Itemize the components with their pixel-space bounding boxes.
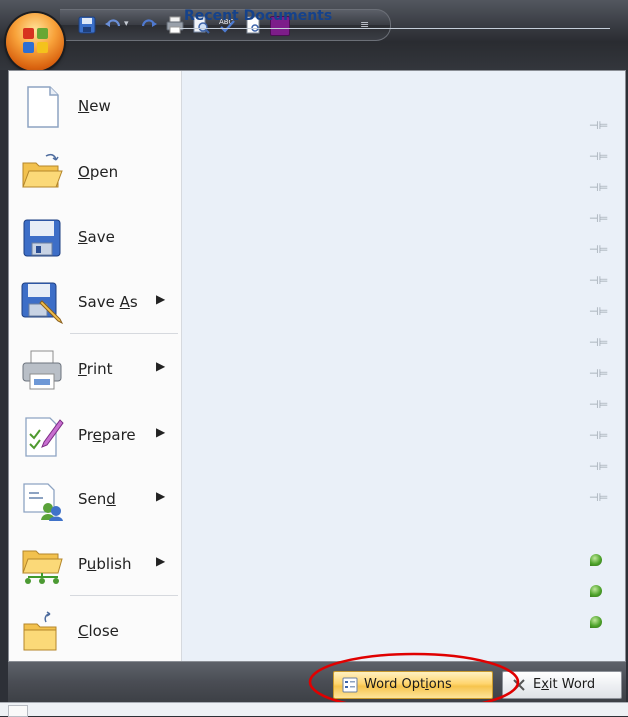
pin-icon[interactable]: ⊣⊨ [589, 244, 608, 256]
office-button[interactable] [6, 13, 64, 71]
menu-label: New [78, 97, 111, 115]
pin-icon[interactable]: ⊣⊨ [589, 306, 608, 318]
pin-icon[interactable]: ⊣⊨ [589, 151, 608, 163]
save-disk-icon [23, 219, 61, 257]
save-icon[interactable] [78, 16, 96, 34]
pin-icon[interactable]: ⊣⊨ [589, 368, 608, 380]
submenu-arrow-icon: ▶ [156, 359, 166, 373]
publish-icon [22, 550, 63, 584]
pin-icon[interactable]: ⊣⊨ [589, 492, 608, 504]
options-icon [342, 677, 358, 693]
close-x-icon [513, 679, 525, 691]
pin-icon[interactable]: ⊣⊨ [589, 399, 608, 411]
word-options-button[interactable]: Word Options [333, 671, 493, 699]
recent-documents-pane [182, 71, 625, 661]
new-document-icon [27, 86, 59, 128]
submenu-arrow-icon: ▶ [156, 489, 166, 503]
menu-label: Prepare [78, 426, 136, 444]
pin-icon[interactable]: ⊣⊨ [589, 120, 608, 132]
ruler-box [8, 705, 28, 717]
menu-item-close[interactable]: Close [8, 600, 179, 660]
office-logo-icon [23, 28, 49, 54]
menu-item-save-as[interactable]: Save As ▶ [8, 271, 179, 331]
menu-item-prepare[interactable]: Prepare ▶ [8, 404, 179, 464]
pinned-icon[interactable] [590, 554, 602, 566]
send-icon [23, 483, 63, 521]
pin-icon[interactable]: ⊣⊨ [589, 213, 608, 225]
menu-label: Open [78, 163, 119, 181]
menu-label: Save [78, 228, 115, 246]
menu-label: Send [78, 490, 116, 508]
pinned-icon[interactable] [590, 616, 602, 628]
menu-item-publish[interactable]: Publish ▶ [8, 533, 179, 593]
pin-icon[interactable]: ⊣⊨ [589, 275, 608, 287]
pin-icon[interactable]: ⊣⊨ [589, 337, 608, 349]
submenu-arrow-icon: ▶ [156, 425, 166, 439]
menu-item-send[interactable]: Send ▶ [8, 468, 179, 528]
pin-icon[interactable]: ⊣⊨ [589, 430, 608, 442]
menu-item-new[interactable]: New [8, 75, 179, 135]
recent-documents-title: Recent Documents [184, 8, 333, 24]
open-folder-icon [22, 153, 63, 188]
prepare-document-icon [25, 417, 64, 457]
menu-separator [70, 595, 178, 596]
document-area-strip [0, 702, 628, 717]
menu-label: Save As [78, 293, 138, 311]
exit-word-label: Exit Word [533, 677, 596, 692]
printer-icon [22, 350, 62, 390]
pin-icon[interactable]: ⊣⊨ [589, 182, 608, 194]
submenu-arrow-icon: ▶ [156, 292, 166, 306]
pinned-icon[interactable] [590, 585, 602, 597]
menu-label: Publish [78, 555, 132, 573]
recent-documents-divider [180, 28, 610, 29]
submenu-arrow-icon: ▶ [156, 554, 166, 568]
menu-separator [70, 333, 178, 334]
word-options-label: Word Options [364, 677, 452, 692]
menu-label: Print [78, 360, 113, 378]
menu-item-save[interactable]: Save [8, 206, 179, 266]
undo-icon[interactable] [104, 16, 122, 34]
quick-print-icon[interactable] [166, 16, 184, 34]
pin-icon[interactable]: ⊣⊨ [589, 461, 608, 473]
menu-item-print[interactable]: Print ▶ [8, 338, 179, 398]
menu-label: Close [78, 622, 119, 640]
save-as-icon [21, 282, 64, 325]
redo-icon[interactable] [140, 16, 158, 34]
exit-word-button[interactable]: Exit Word [502, 671, 622, 699]
close-folder-icon [23, 611, 57, 651]
undo-dropdown-icon[interactable]: ▾ [124, 19, 132, 29]
menu-item-open[interactable]: Open [8, 141, 179, 201]
